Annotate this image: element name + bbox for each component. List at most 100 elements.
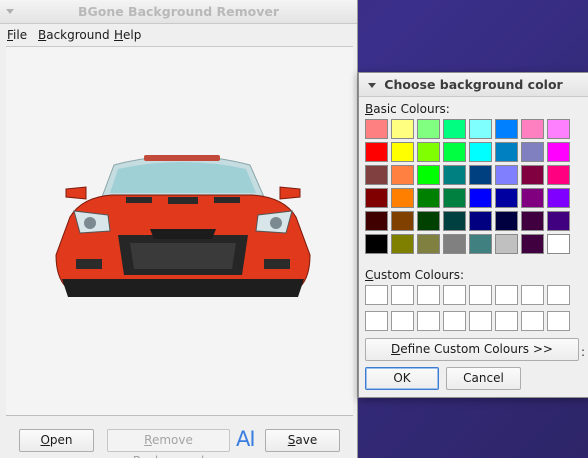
basic-colour-swatch[interactable] [495,142,518,162]
basic-colour-swatch[interactable] [391,234,414,254]
color-dialog: Choose background color Basic Colours: C… [358,72,588,398]
basic-colour-swatch[interactable] [417,142,440,162]
ok-button[interactable]: OK [365,367,439,390]
custom-colours-text: ustom Colours: [373,268,465,282]
menu-help[interactable]: Help [114,25,141,45]
basic-colour-swatch[interactable] [417,211,440,231]
basic-colour-swatch[interactable] [547,165,570,185]
basic-colour-swatch[interactable] [365,165,388,185]
custom-colour-swatch[interactable] [417,311,440,331]
basic-colour-swatch[interactable] [469,165,492,185]
basic-colour-swatch[interactable] [365,234,388,254]
basic-colour-swatch[interactable] [443,234,466,254]
menu-file[interactable]: File [7,25,27,45]
basic-colour-swatch[interactable] [417,119,440,139]
basic-colour-swatch[interactable] [391,142,414,162]
custom-colour-swatch[interactable] [547,311,570,331]
custom-colour-swatch[interactable] [521,311,544,331]
basic-colour-swatch[interactable] [547,234,570,254]
car-image [55,155,311,297]
basic-colour-swatch[interactable] [495,211,518,231]
basic-colour-swatch[interactable] [391,119,414,139]
basic-colour-swatch[interactable] [443,188,466,208]
basic-colour-swatch[interactable] [547,188,570,208]
custom-colours-label: Custom Colours: [365,268,464,282]
basic-colour-swatch[interactable] [469,211,492,231]
basic-colour-swatch[interactable] [365,188,388,208]
open-button[interactable]: Open [19,429,94,452]
basic-colours-mnemonic: B [365,102,374,116]
basic-colour-swatch[interactable] [391,188,414,208]
basic-colours-label: Basic Colours: [365,102,450,116]
basic-colour-swatch[interactable] [521,211,544,231]
window-title: BGone Background Remover [77,4,280,19]
basic-colour-swatch[interactable] [417,165,440,185]
basic-colour-swatch[interactable] [417,188,440,208]
dialog-menu-arrow-icon[interactable] [368,83,376,88]
custom-colour-swatch[interactable] [365,311,388,331]
basic-colour-swatch[interactable] [521,119,544,139]
basic-colour-swatch[interactable] [469,142,492,162]
basic-colour-swatch[interactable] [391,165,414,185]
basic-colour-swatch[interactable] [495,119,518,139]
save-button[interactable]: Save [265,429,340,452]
basic-colour-swatch[interactable] [469,119,492,139]
basic-colour-swatch[interactable] [417,234,440,254]
basic-colour-swatch[interactable] [365,211,388,231]
dialog-titlebar[interactable]: Choose background color [359,73,588,97]
image-preview-area [6,46,353,416]
window-menu-arrow-icon[interactable] [6,9,14,14]
basic-colour-swatch[interactable] [495,234,518,254]
define-custom-colours-button[interactable]: Define Custom Colours >> [365,338,579,361]
custom-colour-swatch[interactable] [391,285,414,305]
basic-colours-grid [365,119,570,254]
remove-background-button[interactable]: Remove Background [107,429,230,458]
basic-colour-swatch[interactable] [391,211,414,231]
menubar: File Background Help [0,25,357,45]
custom-colour-swatch[interactable] [443,285,466,305]
basic-colour-swatch[interactable] [469,234,492,254]
basic-colour-swatch[interactable] [521,188,544,208]
remove-mnemonic: R [144,433,152,447]
save-label: ave [295,433,318,447]
custom-colour-swatch[interactable] [547,285,570,305]
open-label: pen [49,433,73,447]
custom-colour-swatch[interactable] [443,311,466,331]
menu-background[interactable]: Background [38,25,110,45]
custom-colour-swatch[interactable] [417,285,440,305]
custom-colour-swatch[interactable] [495,285,518,305]
custom-colour-swatch[interactable] [521,285,544,305]
basic-colour-swatch[interactable] [495,165,518,185]
custom-colour-swatch[interactable] [469,285,492,305]
cancel-button[interactable]: Cancel [446,367,521,390]
basic-colour-swatch[interactable] [547,119,570,139]
menu-help-label: elp [123,28,142,42]
basic-colours-text: asic Colours: [373,102,450,116]
ai-logo: AI [236,427,256,451]
basic-colour-swatch[interactable] [495,188,518,208]
define-label: efine Custom Colours >> [400,342,553,356]
custom-colour-swatch[interactable] [469,311,492,331]
basic-colour-swatch[interactable] [443,119,466,139]
basic-colour-swatch[interactable] [547,142,570,162]
custom-colours-grid [365,285,570,331]
menu-help-mnemonic: H [114,28,124,42]
menu-file-label: ile [13,28,28,42]
basic-colour-swatch[interactable] [469,188,492,208]
custom-colour-swatch[interactable] [365,285,388,305]
open-mnemonic: O [40,433,50,447]
dialog-edge-glyph: : [581,345,586,359]
basic-colour-swatch[interactable] [365,142,388,162]
basic-colour-swatch[interactable] [521,165,544,185]
basic-colour-swatch[interactable] [443,142,466,162]
basic-colour-swatch[interactable] [521,234,544,254]
basic-colour-swatch[interactable] [547,211,570,231]
basic-colour-swatch[interactable] [365,119,388,139]
custom-colour-swatch[interactable] [495,311,518,331]
basic-colour-swatch[interactable] [443,211,466,231]
basic-colour-swatch[interactable] [443,165,466,185]
menu-background-mnemonic: B [38,28,47,42]
main-titlebar[interactable]: BGone Background Remover [0,0,357,24]
custom-colour-swatch[interactable] [391,311,414,331]
basic-colour-swatch[interactable] [521,142,544,162]
